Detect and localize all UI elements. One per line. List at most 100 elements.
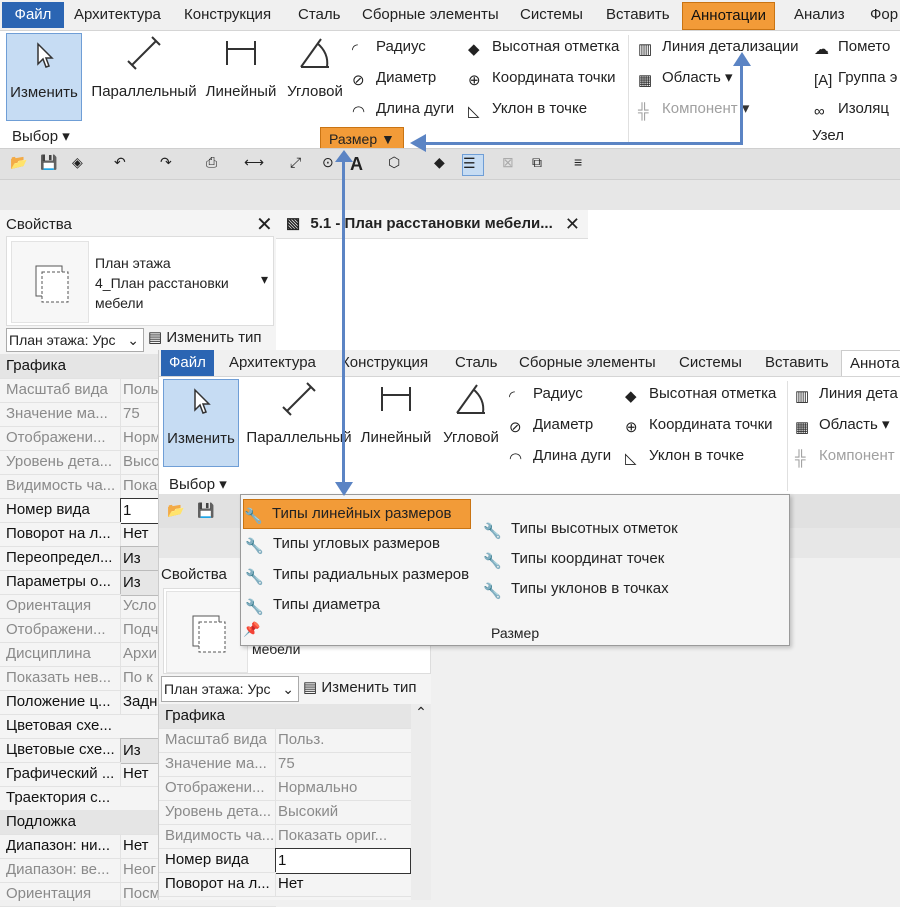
spot-elevation-icon: ◆	[468, 41, 480, 59]
switch-windows-icon[interactable]: ⧉	[532, 154, 552, 174]
type-selector[interactable]: План этажа 4_План расстановки мебели ▾	[6, 236, 274, 326]
region-button[interactable]: ▦ Область ▾	[795, 412, 890, 438]
tab-file[interactable]: Файл	[161, 350, 214, 376]
tab-precast[interactable]: Сборные элементы	[511, 350, 664, 376]
radius-button[interactable]: ◜ Радиус	[509, 381, 583, 407]
modify-button[interactable]: Изменить	[163, 379, 239, 467]
property-name: Отображени...	[6, 621, 106, 638]
spot-coordinate-icon: ⊕	[625, 419, 638, 437]
tab-steel[interactable]: Сталь	[447, 350, 505, 376]
close-icon[interactable]: ✕	[565, 210, 580, 238]
tab-file[interactable]: Файл	[2, 2, 64, 28]
menu-item-spot-coordinate-types[interactable]: 🔧 Типы координат точек	[483, 545, 664, 573]
close-icon[interactable]: ✕	[256, 212, 273, 237]
spot-elevation-icon: ◆	[625, 388, 637, 406]
linear-dim-button[interactable]: Линейный	[204, 33, 278, 100]
spot-coordinate-button[interactable]: ⊕ Координата точки	[625, 412, 773, 438]
diameter-label: Диаметр	[376, 69, 437, 86]
component-button[interactable]: ╬ Компонент ▾	[638, 96, 749, 122]
text-icon[interactable]: A	[350, 154, 370, 174]
wrench-icon: 🔧	[483, 523, 502, 541]
tab-insert[interactable]: Вставить	[757, 350, 837, 376]
save-icon[interactable]: 💾	[197, 502, 217, 522]
menu-item-angular-dim-types[interactable]: 🔧 Типы угловых размеров	[245, 530, 440, 558]
sync-icon[interactable]: ◈	[72, 154, 92, 174]
redo-icon[interactable]: ↷	[160, 154, 180, 174]
edit-type-button[interactable]: ▤ Изменить тип	[148, 328, 262, 346]
tab-systems[interactable]: Системы	[671, 350, 750, 376]
spot-coordinate-button[interactable]: ⊕ Координата точки	[468, 65, 616, 91]
tab-structure[interactable]: Конструкция	[176, 2, 279, 28]
menu-item-radial-dim-types[interactable]: 🔧 Типы радиальных размеров	[245, 561, 469, 589]
aligned-dim-icon[interactable]: ⤢	[290, 154, 310, 174]
tab-structure[interactable]: Конструкция	[333, 350, 436, 376]
view-filter-select[interactable]: План этажа: Урс ⌄	[161, 676, 299, 702]
open-icon[interactable]: 📂	[167, 502, 187, 522]
component-icon: ╬	[638, 103, 649, 121]
measure-icon[interactable]: ⟷	[244, 154, 264, 174]
pin-icon[interactable]: 📌	[243, 621, 260, 638]
close-hidden-icon[interactable]: ⊠	[502, 154, 522, 174]
tab-annotate[interactable]: Аннота	[841, 350, 900, 377]
view-tab[interactable]: ▧ 5.1 - План расстановки мебели... ✕	[276, 210, 588, 239]
linear-dim-button[interactable]: Линейный	[357, 379, 435, 446]
open-icon[interactable]: 📂	[10, 154, 30, 174]
3d-view-icon[interactable]: ⬡	[388, 154, 408, 174]
tab-precast[interactable]: Сборные элементы	[354, 2, 507, 28]
spot-elevation-button[interactable]: ◆ Высотная отметка	[625, 381, 776, 407]
select-dropdown[interactable]: Выбор ▾	[12, 127, 70, 145]
customize-icon[interactable]: ≡	[574, 154, 594, 174]
tab-annotate[interactable]: Аннотации	[682, 2, 775, 30]
component-icon: ╬	[795, 450, 806, 468]
arc-length-button[interactable]: ◠ Длина дуги	[352, 96, 454, 122]
group-icon: [A]	[814, 72, 833, 90]
diameter-button[interactable]: ⊘ Диаметр	[509, 412, 593, 438]
detail-line-button[interactable]: ▥ Линия детализации	[638, 34, 799, 60]
spot-elevation-button[interactable]: ◆ Высотная отметка	[468, 34, 619, 60]
property-value[interactable]: Нет	[275, 872, 410, 896]
menu-item-diameter-types[interactable]: 🔧 Типы диаметра	[245, 591, 380, 619]
arc-length-button[interactable]: ◠ Длина дуги	[509, 443, 611, 469]
edit-type-button[interactable]: ▤ Изменить тип	[303, 678, 417, 696]
menu-item-spot-elevation-types[interactable]: 🔧 Типы высотных отметок	[483, 515, 678, 543]
thin-lines-icon[interactable]: ☰	[462, 154, 484, 176]
menu-item-linear-dim-types[interactable]: 🔧 Типы линейных размеров	[243, 499, 471, 529]
tab-architecture[interactable]: Архитектура	[221, 350, 324, 376]
section-icon[interactable]: ◆	[434, 154, 454, 174]
tab-architecture[interactable]: Архитектура	[66, 2, 169, 28]
region-button[interactable]: ▦ Область ▾	[638, 65, 733, 91]
wrench-icon: 🔧	[244, 508, 263, 526]
spot-slope-button[interactable]: ◺ Уклон в точке	[625, 443, 744, 469]
angular-dim-button[interactable]: Угловой	[284, 33, 346, 100]
spot-slope-button[interactable]: ◺ Уклон в точке	[468, 96, 587, 122]
property-name: Видимость ча...	[6, 477, 116, 494]
property-section[interactable]: Графика	[159, 704, 411, 729]
revision-cloud-button[interactable]: ☁ Помето	[814, 34, 890, 60]
insulation-button[interactable]: ∞ Изоляц	[814, 96, 889, 122]
diameter-button[interactable]: ⊘ Диаметр	[352, 65, 436, 91]
tab-systems[interactable]: Системы	[512, 2, 591, 28]
undo-icon[interactable]: ↶	[114, 154, 134, 174]
tab-steel[interactable]: Сталь	[290, 2, 348, 28]
component-button[interactable]: ╬ Компонент	[795, 443, 895, 469]
tab-more[interactable]: Фор	[862, 2, 900, 28]
menu-item-label: Типы радиальных размеров	[273, 566, 470, 583]
tab-analyze[interactable]: Анализ	[786, 2, 853, 28]
tab-insert[interactable]: Вставить	[598, 2, 678, 28]
spot-coordinate-label: Координата точки	[492, 69, 616, 86]
detail-group-button[interactable]: [A] Группа э	[814, 65, 897, 91]
menu-item-spot-slope-types[interactable]: 🔧 Типы уклонов в точках	[483, 575, 669, 603]
scrollbar[interactable]: ⌃	[411, 704, 431, 900]
property-value[interactable]: 1	[275, 848, 411, 874]
parallel-dim-button[interactable]: Параллельный	[245, 379, 353, 446]
parallel-dim-button[interactable]: Параллельный	[90, 33, 198, 100]
print-icon[interactable]: ⎙	[206, 154, 226, 174]
chevron-down-icon: ▾	[882, 416, 890, 433]
save-icon[interactable]: 💾	[40, 154, 60, 174]
angular-dim-button[interactable]: Угловой	[439, 379, 503, 446]
modify-button[interactable]: Изменить	[6, 33, 82, 121]
detail-line-button[interactable]: ▥ Линия дета	[795, 381, 898, 407]
view-filter-select[interactable]: План этажа: Урс ⌄	[6, 328, 144, 352]
select-dropdown[interactable]: Выбор ▾	[169, 475, 227, 493]
radius-button[interactable]: ◜ Радиус	[352, 34, 426, 60]
